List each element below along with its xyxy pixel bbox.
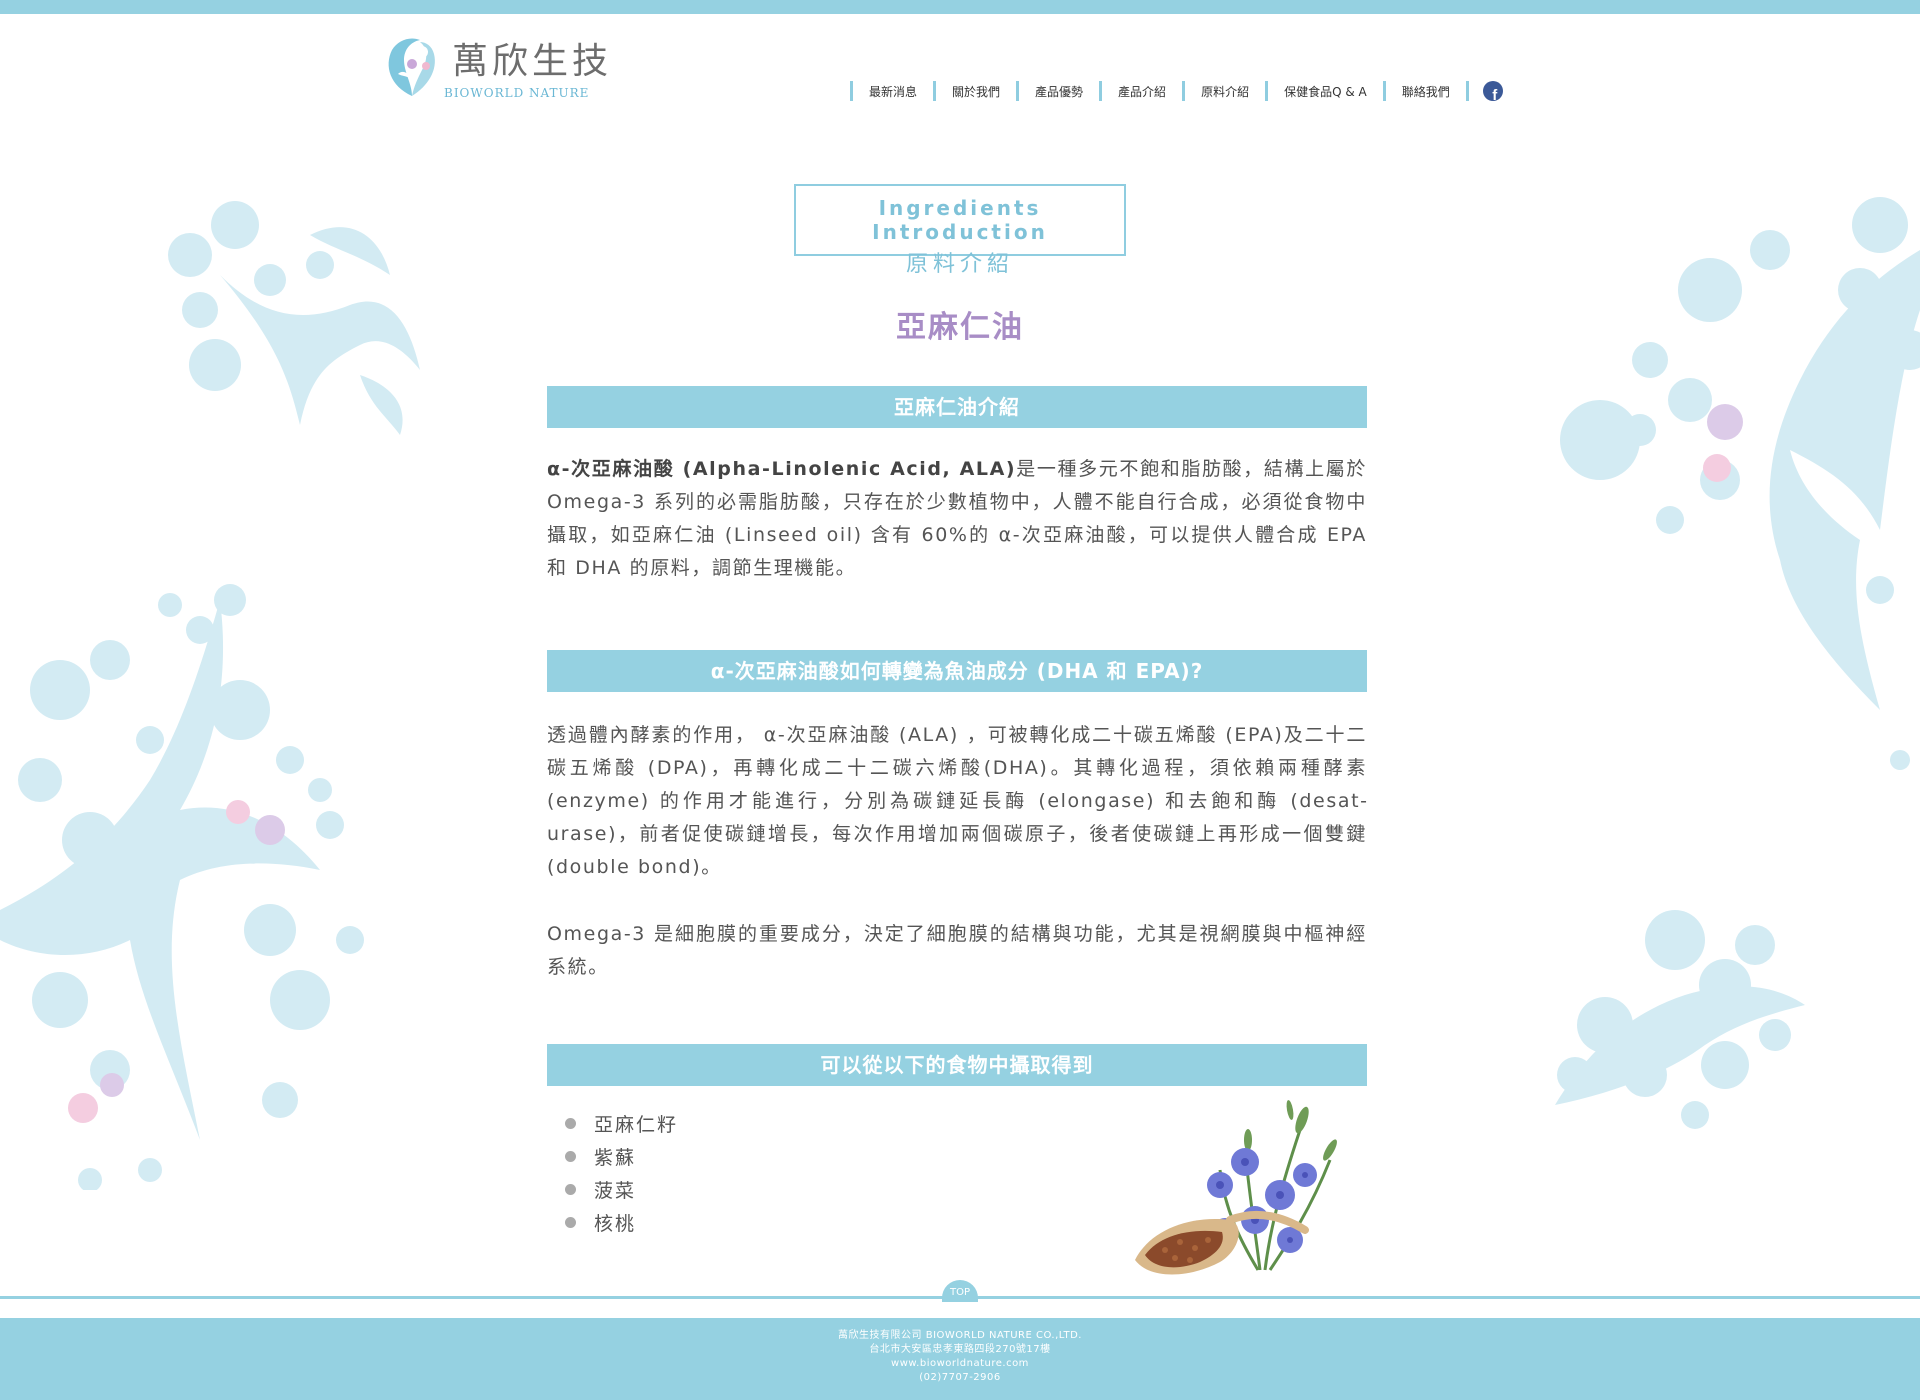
food-item-label: 亞麻仁籽 (594, 1114, 679, 1136)
floral-decoration-right (1560, 197, 1920, 770)
nav-item-qa[interactable]: 保健食品Q & A (1265, 81, 1383, 101)
nav-item-about[interactable]: 關於我們 (933, 81, 1016, 101)
list-item: 菠菜 (565, 1173, 678, 1206)
section-heading-intro: 亞麻仁油介紹 (547, 386, 1367, 428)
page-title: 亞麻仁油 (896, 310, 1024, 345)
food-item-label: 紫蘇 (594, 1147, 637, 1169)
list-item: 核桃 (565, 1206, 678, 1239)
logo-english-name: BIOWORLD NATURE (444, 86, 590, 100)
bullet-dot-icon (565, 1151, 576, 1162)
nav-item-products[interactable]: 產品介紹 (1099, 81, 1182, 101)
footer-company: 萬欣生技有限公司 BIOWORLD NATURE CO.,LTD. (838, 1330, 1082, 1341)
bullet-dot-icon (565, 1118, 576, 1129)
list-item: 亞麻仁籽 (565, 1107, 678, 1140)
omega3-paragraph: Omega-3 是細胞膜的重要成分，決定了細胞膜的結構與功能，尤其是視網膜與中樞… (547, 923, 1367, 978)
nav-item-advantages[interactable]: 產品優勢 (1016, 81, 1099, 101)
facebook-icon-glyph: f (1492, 87, 1498, 104)
footer-address: 台北市大安區忠孝東路四段270號17樓 (869, 1344, 1051, 1355)
nav-item-ingredients[interactable]: 原料介紹 (1182, 81, 1265, 101)
floral-decoration-left (0, 584, 364, 1190)
logo-chinese-name: 萬欣生技 (452, 41, 613, 82)
floral-decoration-bottom-right (1555, 910, 1805, 1129)
intro-paragraph: α-次亞麻油酸 (Alpha-Linolenic Acid, ALA)是一種多元… (547, 453, 1367, 585)
bullet-dot-icon (565, 1184, 576, 1195)
section-title-chinese: 原料介紹 (905, 252, 1014, 277)
top-accent-strip (0, 0, 1920, 14)
section-title-english: Ingredients Introduction (872, 196, 1048, 244)
list-item: 紫蘇 (565, 1140, 678, 1173)
facebook-icon[interactable]: f (1482, 81, 1503, 104)
main-navigation: 最新消息 關於我們 產品優勢 產品介紹 原料介紹 保健食品Q & A 聯絡我們 … (850, 80, 1503, 104)
section-heading-conversion: α-次亞麻油酸如何轉變為魚油成分 (DHA 和 EPA)? (547, 650, 1367, 692)
food-source-list: 亞麻仁籽 紫蘇 菠菜 核桃 (565, 1107, 678, 1239)
conversion-paragraph: 透過體內酵素的作用， α-次亞麻油酸 (ALA) ，可被轉化成二十碳五烯酸 (E… (547, 724, 1367, 878)
flax-flower-image (1135, 1100, 1337, 1275)
section-heading-food-sources: 可以從以下的食物中攝取得到 (547, 1044, 1367, 1086)
intro-lead-text: α-次亞麻油酸 (Alpha-Linolenic Acid, ALA) (547, 458, 1017, 480)
nav-item-contact[interactable]: 聯絡我們 (1382, 81, 1466, 101)
back-to-top-button[interactable]: TOP (942, 1280, 978, 1302)
nav-item-news[interactable]: 最新消息 (850, 81, 933, 101)
section-title-box: Ingredients Introduction 原料介紹 (794, 184, 1126, 277)
nav-divider (1465, 81, 1469, 101)
footer-phone: (02)7707-2906 (919, 1372, 1001, 1383)
footer-website[interactable]: www.bioworldnature.com (0, 1357, 1920, 1371)
food-item-label: 菠菜 (594, 1180, 637, 1202)
site-logo[interactable]: 萬欣生技 BIOWORLD NATURE (382, 28, 608, 106)
logo-mark-icon (388, 38, 435, 96)
food-item-label: 核桃 (594, 1213, 637, 1235)
site-footer: 萬欣生技有限公司 BIOWORLD NATURE CO.,LTD. 台北市大安區… (0, 1318, 1920, 1400)
bullet-dot-icon (565, 1217, 576, 1228)
